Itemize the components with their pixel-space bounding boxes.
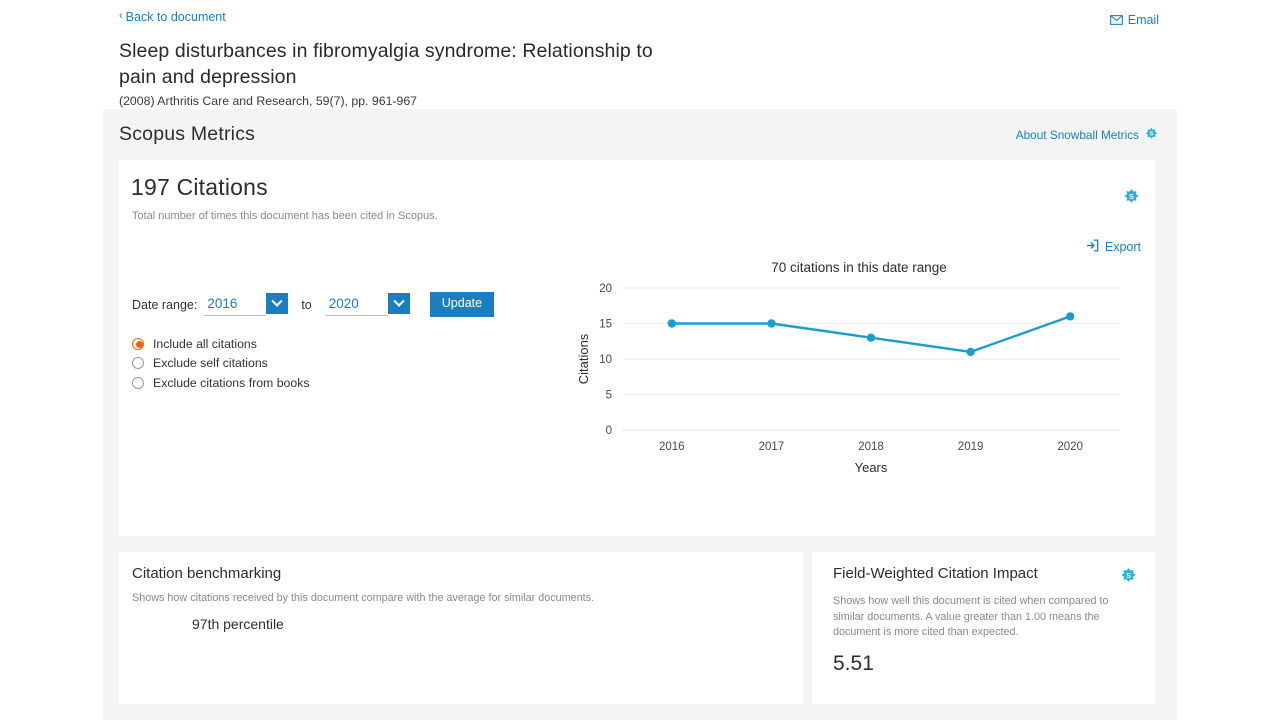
snowball-icon: S (1119, 567, 1138, 591)
radio-label: Include all citations (153, 336, 257, 351)
chevron-left-icon: ‹ (119, 10, 123, 22)
metrics-header-bar: Scopus Metrics About Snowball Metrics S (103, 109, 1177, 160)
from-year-dropdown-button[interactable] (266, 293, 289, 314)
radio-marker (132, 376, 144, 389)
svg-text:Years: Years (855, 460, 888, 475)
radio-label: Exclude citations from books (153, 375, 310, 390)
citation-filter-controls: Date range: to Update (132, 291, 495, 393)
fwci-title: Field-Weighted Citation Impact (833, 565, 1038, 582)
to-year-selector[interactable] (325, 293, 410, 316)
svg-text:S: S (1129, 192, 1134, 201)
radio-exclude-citations-from-books[interactable]: Exclude citations from books (132, 373, 494, 393)
radio-exclude-self-citations[interactable]: Exclude self citations (132, 354, 494, 374)
svg-text:Citations: Citations (576, 333, 591, 384)
back-to-document-label: Back to document (125, 9, 226, 24)
svg-text:5: 5 (606, 390, 612, 402)
citation-description: Total number of times this document has … (132, 210, 438, 222)
document-title: Sleep disturbances in fibromyalgia syndr… (119, 39, 653, 88)
fwci-description: Shows how well this document is cited wh… (833, 595, 1109, 638)
svg-text:2016: 2016 (659, 441, 685, 453)
metrics-section-title: Scopus Metrics (119, 123, 256, 145)
fwci-value: 5.51 (833, 652, 874, 675)
export-label: Export (1104, 240, 1141, 254)
svg-text:10: 10 (599, 354, 612, 366)
citations-card: 197 Citations Total number of times this… (119, 160, 1155, 536)
about-snowball-label: About Snowball Metrics (1015, 127, 1139, 142)
chevron-down-icon (271, 295, 283, 307)
chart-title: 70 citations in this date range (771, 260, 947, 275)
svg-text:2020: 2020 (1057, 441, 1083, 453)
from-year-selector[interactable] (204, 293, 289, 316)
radio-include-all-citations[interactable]: Include all citations (132, 334, 494, 354)
field-weighted-citation-impact-card: Field-Weighted Citation Impact S Shows h… (812, 552, 1155, 704)
document-source-line: (2008) Arthritis Care and Research, 59(7… (119, 93, 418, 108)
to-year-input[interactable] (325, 293, 388, 316)
email-link[interactable]: Email (1109, 13, 1159, 27)
svg-text:2019: 2019 (958, 441, 984, 453)
back-to-document-link[interactable]: ‹ Back to document (119, 9, 226, 25)
date-range-label: Date range: (132, 297, 198, 312)
snowball-icon: S (1122, 188, 1141, 212)
about-snowball-metrics-link[interactable]: About Snowball Metrics S (1016, 127, 1159, 142)
date-range-to-label: to (301, 297, 312, 312)
svg-text:15: 15 (599, 319, 612, 331)
svg-text:2017: 2017 (759, 441, 785, 453)
citation-options-group: Include all citations Exclude self citat… (132, 334, 494, 393)
export-button[interactable]: Export (1086, 239, 1141, 255)
svg-text:0: 0 (606, 425, 612, 437)
svg-text:S: S (1150, 132, 1154, 138)
citation-benchmarking-card: Citation benchmarking Shows how citation… (119, 552, 803, 704)
svg-text:S: S (1126, 571, 1131, 580)
benchmarking-description: Shows how citations received by this doc… (132, 592, 595, 604)
chart-canvas: 0 5 10 15 20 2016 2017 2018 2019 2020 Years Citatio… (576, 283, 1120, 475)
envelope-icon (1109, 15, 1123, 25)
update-button[interactable]: Update (429, 292, 495, 317)
radio-marker (132, 357, 144, 370)
email-label: Email (1127, 13, 1159, 27)
document-header: ‹ Back to document Email Sleep disturban… (119, 6, 1159, 109)
from-year-input[interactable] (204, 293, 267, 316)
export-icon (1086, 239, 1099, 255)
chevron-down-icon (393, 295, 405, 307)
radio-marker (132, 337, 144, 350)
svg-text:20: 20 (599, 283, 612, 295)
to-year-dropdown-button[interactable] (387, 293, 410, 314)
date-range-row: Date range: to Update (132, 291, 495, 318)
scopus-metrics-container: Scopus Metrics About Snowball Metrics S … (103, 109, 1177, 720)
benchmarking-title: Citation benchmarking (132, 565, 282, 582)
scopus-metrics-page: ‹ Back to document Email Sleep disturban… (0, 0, 1280, 720)
percentile-label: 97th percentile (192, 616, 284, 632)
snowball-icon: S (1144, 127, 1159, 142)
citations-chart: 70 citations in this date range 0 5 10 15 20… (574, 260, 1144, 480)
radio-label: Exclude self citations (153, 356, 268, 371)
svg-text:2018: 2018 (858, 441, 884, 453)
citation-count: 197 Citations (131, 174, 268, 200)
